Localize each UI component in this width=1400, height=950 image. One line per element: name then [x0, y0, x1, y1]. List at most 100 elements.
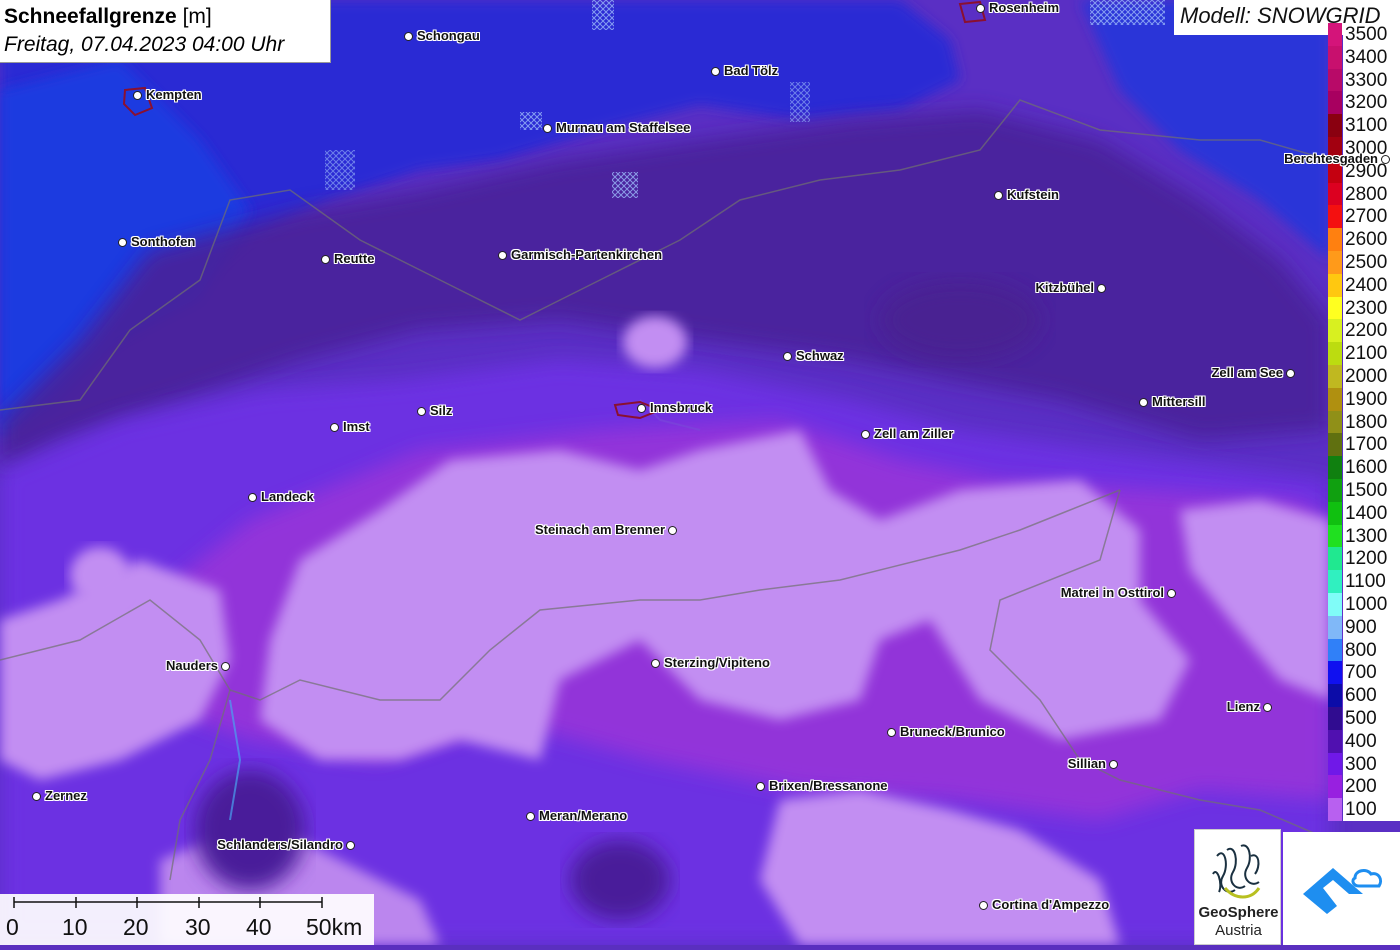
city-label[interactable]: Schongau	[417, 28, 480, 43]
city-marker[interactable]	[1381, 155, 1390, 164]
legend-label: 200	[1343, 775, 1400, 799]
legend-label: 1800	[1343, 410, 1400, 434]
city-label[interactable]: Kempten	[146, 87, 202, 102]
city-marker[interactable]	[1139, 398, 1148, 407]
legend-label: 2400	[1343, 273, 1400, 297]
map-zone-light-spot-innsbruck	[623, 316, 687, 368]
city-label[interactable]: Bad Tölz	[724, 63, 778, 78]
city-marker[interactable]	[543, 124, 552, 133]
legend-row: 3100	[1328, 114, 1400, 138]
city-label[interactable]: Schwaz	[796, 348, 844, 363]
city-label[interactable]: Nauders	[166, 658, 218, 673]
city-marker[interactable]	[1286, 369, 1295, 378]
city-marker[interactable]	[783, 352, 792, 361]
city-marker[interactable]	[498, 251, 507, 260]
legend-row: 3300	[1328, 68, 1400, 92]
city-marker[interactable]	[711, 67, 720, 76]
city-label[interactable]: Zell am Ziller	[874, 426, 953, 441]
city-marker[interactable]	[526, 812, 535, 821]
city-label[interactable]: Lienz	[1227, 699, 1260, 714]
legend-label: 700	[1343, 661, 1400, 685]
legend-swatch	[1328, 365, 1342, 388]
legend-row: 1100	[1328, 570, 1400, 594]
city-label[interactable]: Garmisch-Partenkirchen	[511, 247, 662, 262]
city-label[interactable]: Cortina d'Ampezzo	[992, 897, 1109, 912]
snowfall-line-map[interactable]	[0, 0, 1400, 945]
legend-row: 900	[1328, 615, 1400, 639]
legend-swatch	[1328, 273, 1342, 297]
city-marker[interactable]	[404, 32, 413, 41]
map-lake-hatch	[325, 150, 355, 190]
city-label[interactable]: Brixen/Bressanone	[769, 778, 888, 793]
city-label[interactable]: Matrei in Osttirol	[1061, 585, 1164, 600]
city-label[interactable]: Bruneck/Brunico	[900, 724, 1005, 739]
map-lake-hatch	[790, 82, 810, 122]
city-marker[interactable]	[248, 493, 257, 502]
city-marker[interactable]	[887, 728, 896, 737]
city-label[interactable]: Landeck	[261, 489, 314, 504]
legend-label: 1700	[1343, 433, 1400, 457]
city-marker[interactable]	[979, 901, 988, 910]
legend-label: 2300	[1343, 296, 1400, 320]
map-lake-hatch	[1090, 0, 1165, 25]
city-label[interactable]: Schlanders/Silandro	[217, 837, 343, 852]
city-label[interactable]: Meran/Merano	[539, 808, 627, 823]
city-label[interactable]: Steinach am Brenner	[535, 522, 665, 537]
city-marker[interactable]	[668, 526, 677, 535]
geosphere-logo[interactable]: GeoSphere Austria	[1194, 829, 1281, 945]
city-label[interactable]: Sillian	[1068, 756, 1106, 771]
legend-row: 500	[1328, 707, 1400, 730]
map-zone-light-spot-west	[70, 547, 130, 603]
city-marker[interactable]	[861, 430, 870, 439]
legend-label: 1100	[1343, 570, 1400, 594]
scale-bar: 0 10 20 30 40 50km	[0, 894, 374, 945]
scale-tick-label: 0	[6, 914, 19, 940]
legend-label: 2100	[1343, 342, 1400, 366]
city-label[interactable]: Berchtesgaden	[1284, 151, 1378, 166]
legend-row: 1500	[1328, 479, 1400, 502]
scale-tick-label: 50km	[306, 914, 363, 940]
city-marker[interactable]	[1097, 284, 1106, 293]
map-zone-dark-pocket-south	[570, 840, 670, 920]
city-label[interactable]: Kitzbühel	[1036, 280, 1095, 295]
snowgrid-logo[interactable]	[1283, 832, 1400, 945]
city-label[interactable]: Zernez	[45, 788, 87, 803]
city-marker[interactable]	[1109, 760, 1118, 769]
legend-row: 1000	[1328, 593, 1400, 616]
city-label[interactable]: Silz	[430, 403, 452, 418]
legend-swatch	[1328, 319, 1342, 343]
city-label[interactable]: Zell am See	[1211, 365, 1283, 380]
city-label[interactable]: Imst	[343, 419, 370, 434]
legend-label: 2800	[1343, 182, 1400, 206]
city-label[interactable]: Mittersill	[1152, 394, 1205, 409]
city-label[interactable]: Kufstein	[1007, 187, 1059, 202]
legend-label: 1300	[1343, 524, 1400, 548]
city-label[interactable]: Reutte	[334, 251, 374, 266]
legend-label: 3400	[1343, 45, 1400, 69]
city-marker[interactable]	[221, 662, 230, 671]
city-label[interactable]: Murnau am Staffelsee	[556, 120, 690, 135]
city-marker[interactable]	[417, 407, 426, 416]
legend-row: 2300	[1328, 296, 1400, 320]
legend-row: 1600	[1328, 456, 1400, 480]
city-marker[interactable]	[756, 782, 765, 791]
city-marker[interactable]	[118, 238, 127, 247]
city-marker[interactable]	[994, 191, 1003, 200]
city-marker[interactable]	[637, 404, 646, 413]
legend-row: 2200	[1328, 319, 1400, 343]
city-label[interactable]: Sonthofen	[131, 234, 195, 249]
city-marker[interactable]	[346, 841, 355, 850]
legend-row: 2700	[1328, 205, 1400, 229]
city-marker[interactable]	[1263, 703, 1272, 712]
city-marker[interactable]	[32, 792, 41, 801]
legend-row: 3200	[1328, 91, 1400, 115]
city-marker[interactable]	[321, 255, 330, 264]
city-marker[interactable]	[1167, 589, 1176, 598]
city-label[interactable]: Sterzing/Vipiteno	[664, 655, 770, 670]
city-label[interactable]: Innsbruck	[650, 400, 712, 415]
city-marker[interactable]	[976, 4, 985, 13]
city-marker[interactable]	[133, 91, 142, 100]
city-label[interactable]: Rosenheim	[989, 0, 1059, 15]
city-marker[interactable]	[330, 423, 339, 432]
city-marker[interactable]	[651, 659, 660, 668]
